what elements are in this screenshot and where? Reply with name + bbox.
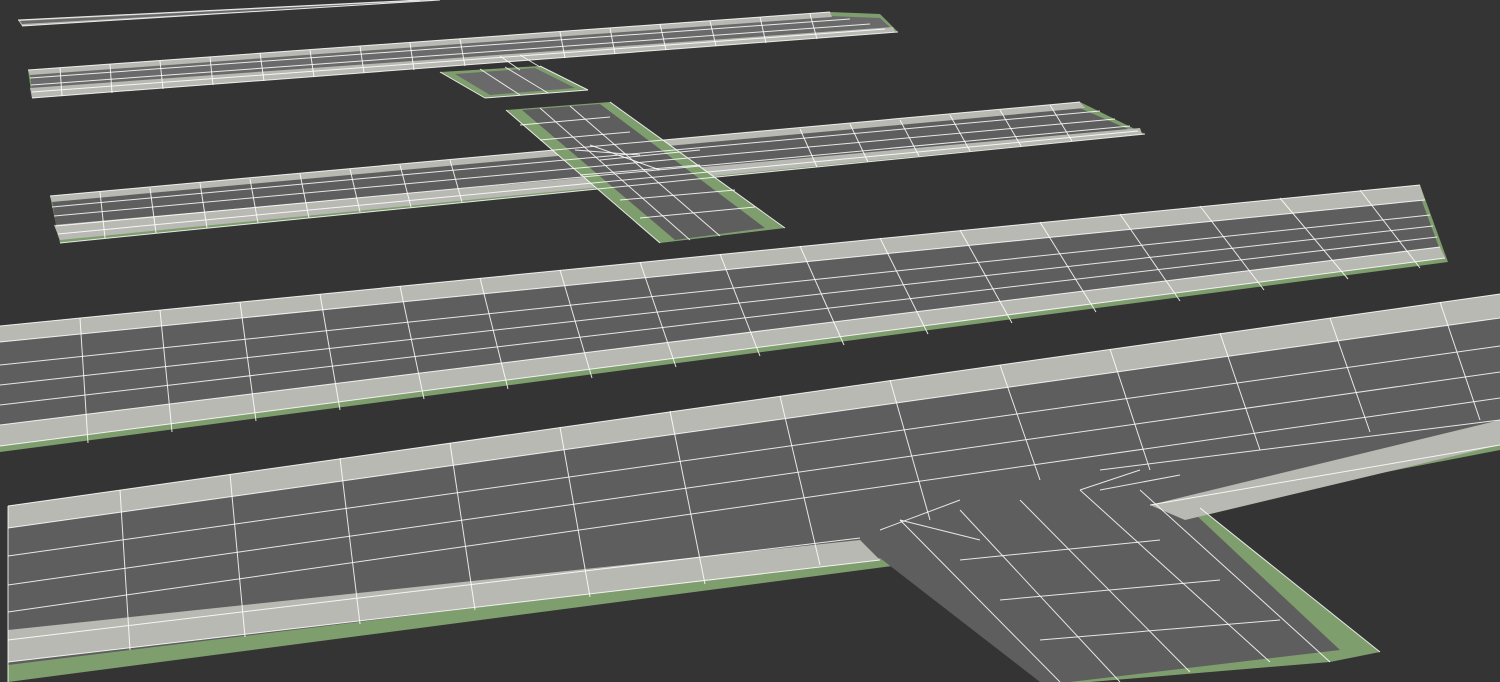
- road-piece-four-way-intersection[interactable]: [49, 101, 1146, 244]
- road-piece-straight-far[interactable]: [17, 0, 441, 27]
- 3d-viewport[interactable]: [0, 0, 1500, 682]
- road-piece-t-junction-small[interactable]: [27, 11, 899, 99]
- road-mesh-scene: [0, 0, 1500, 682]
